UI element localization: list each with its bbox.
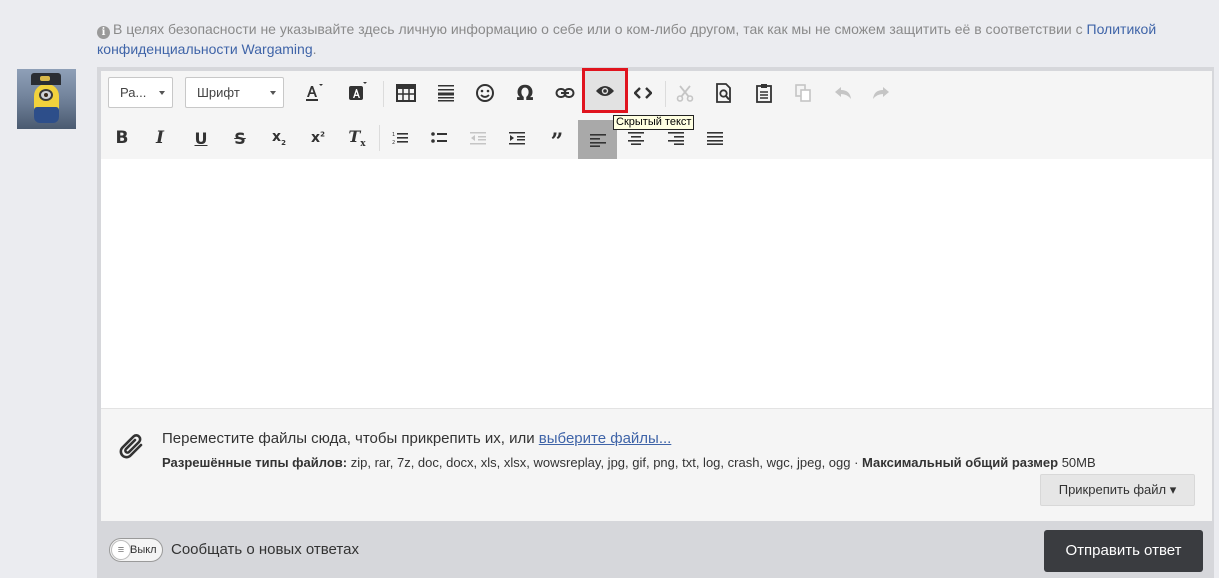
copy-button[interactable] (785, 75, 821, 111)
background-color-icon (345, 82, 367, 104)
link-button[interactable] (547, 75, 583, 111)
outdent-icon (470, 131, 486, 145)
max-size-label: Максимальный общий размер (862, 455, 1059, 470)
privacy-notice-text: В целях безопасности не указывайте здесь… (113, 21, 1087, 37)
bullet-list-button[interactable] (421, 120, 457, 156)
allowed-file-types: Разрешённые типы файлов: zip, rar, 7z, d… (162, 455, 1096, 470)
special-char-icon: Ω (516, 81, 534, 105)
hidden-text-button[interactable] (582, 68, 628, 113)
horizontal-rule-button[interactable] (428, 75, 464, 111)
choose-files-link[interactable]: выберите файлы... (539, 430, 672, 447)
outdent-button[interactable] (460, 120, 496, 156)
notify-toggle[interactable]: ≡ Выкл (109, 538, 163, 562)
strikethrough-button[interactable]: S (222, 120, 258, 156)
privacy-notice: iВ целях безопасности не указывайте здес… (97, 19, 1209, 59)
table-button[interactable] (388, 75, 424, 111)
format-dropdown-label: Ра... (120, 85, 147, 100)
redo-icon (872, 86, 890, 100)
indent-button[interactable] (499, 120, 535, 156)
text-color-button[interactable] (294, 75, 330, 111)
notify-label: Сообщать о новых ответах (171, 541, 359, 558)
subscript-icon: x2 (272, 129, 286, 147)
bold-icon: B (115, 128, 129, 148)
allowed-types-value: zip, rar, 7z, doc, docx, xls, xlsx, wows… (347, 455, 863, 470)
superscript-icon: x2 (311, 130, 325, 146)
bullet-list-icon (431, 131, 447, 145)
privacy-notice-end: . (312, 41, 317, 57)
justify-icon (707, 131, 723, 145)
font-dropdown-label: Шрифт (197, 85, 240, 100)
toolbar-separator (379, 125, 380, 151)
link-icon (555, 87, 575, 99)
toggle-knob-icon: ≡ (111, 540, 131, 560)
horizontal-rule-icon (437, 84, 455, 102)
underline-button[interactable]: U (183, 120, 219, 156)
indent-icon (509, 131, 525, 145)
attach-file-button[interactable]: Прикрепить файл ▾ (1040, 474, 1195, 506)
attach-instructions: Переместите файлы сюда, чтобы прикрепить… (162, 430, 671, 447)
reply-footer: ≡ Выкл Сообщать о новых ответах Отправит… (97, 522, 1214, 578)
max-size-value: 50MB (1058, 455, 1096, 470)
eye-icon (595, 84, 615, 98)
code-button[interactable] (625, 75, 661, 111)
chevron-down-icon (159, 91, 165, 95)
hidden-text-tooltip: Скрытый текст (613, 115, 695, 130)
redo-button[interactable] (863, 75, 899, 111)
preview-icon (715, 83, 733, 103)
italic-icon: I (156, 128, 164, 148)
subscript-button[interactable]: x2 (261, 120, 297, 156)
cut-button[interactable] (667, 75, 703, 111)
avatar-suit (34, 107, 59, 123)
cut-icon (676, 84, 694, 102)
avatar-goggle (39, 89, 53, 101)
chevron-down-icon (270, 91, 276, 95)
avatar-hat (31, 73, 61, 85)
numbered-list-icon: 12 (392, 131, 408, 145)
undo-button[interactable] (825, 75, 861, 111)
attach-drop-text: Переместите файлы сюда, чтобы прикрепить… (162, 430, 539, 447)
underline-icon: U (194, 128, 208, 148)
strikethrough-icon: S (234, 128, 246, 148)
align-left-icon (589, 133, 606, 147)
quote-button[interactable]: ” (539, 120, 575, 156)
allowed-types-label: Разрешённые типы файлов: (162, 455, 348, 470)
numbered-list-button[interactable]: 12 (382, 120, 418, 156)
undo-icon (834, 86, 852, 100)
remove-format-icon: Tx (348, 126, 366, 150)
attachment-drop-zone[interactable]: Переместите файлы сюда, чтобы прикрепить… (101, 408, 1212, 521)
italic-button[interactable]: I (142, 120, 178, 156)
text-color-icon (301, 82, 323, 104)
submit-reply-button[interactable]: Отправить ответ (1044, 530, 1203, 572)
special-char-button[interactable]: Ω (507, 75, 543, 111)
format-dropdown[interactable]: Ра... (108, 77, 173, 108)
toggle-state-text: Выкл (130, 544, 157, 556)
toolbar-separator (665, 81, 666, 107)
svg-text:1: 1 (392, 132, 395, 138)
info-icon: i (97, 26, 110, 39)
remove-format-button[interactable]: Tx (339, 120, 375, 156)
copy-icon (795, 84, 811, 102)
emoji-icon (475, 83, 495, 103)
svg-text:2: 2 (392, 140, 395, 145)
code-icon (634, 86, 652, 100)
paste-button[interactable] (746, 75, 782, 111)
align-center-icon (628, 131, 644, 145)
paperclip-icon (117, 431, 147, 466)
font-dropdown[interactable]: Шрифт (185, 77, 284, 108)
justify-button[interactable] (697, 120, 733, 156)
user-avatar[interactable] (17, 69, 76, 129)
align-right-icon (668, 131, 684, 145)
bold-button[interactable]: B (104, 120, 140, 156)
superscript-button[interactable]: x2 (300, 120, 336, 156)
background-color-button[interactable] (338, 75, 374, 111)
toolbar-separator (383, 81, 384, 107)
quote-icon: ” (550, 129, 564, 155)
align-left-button[interactable] (578, 120, 617, 159)
table-icon (396, 84, 416, 102)
emoji-button[interactable] (467, 75, 503, 111)
preview-button[interactable] (706, 75, 742, 111)
paste-icon (755, 83, 773, 103)
